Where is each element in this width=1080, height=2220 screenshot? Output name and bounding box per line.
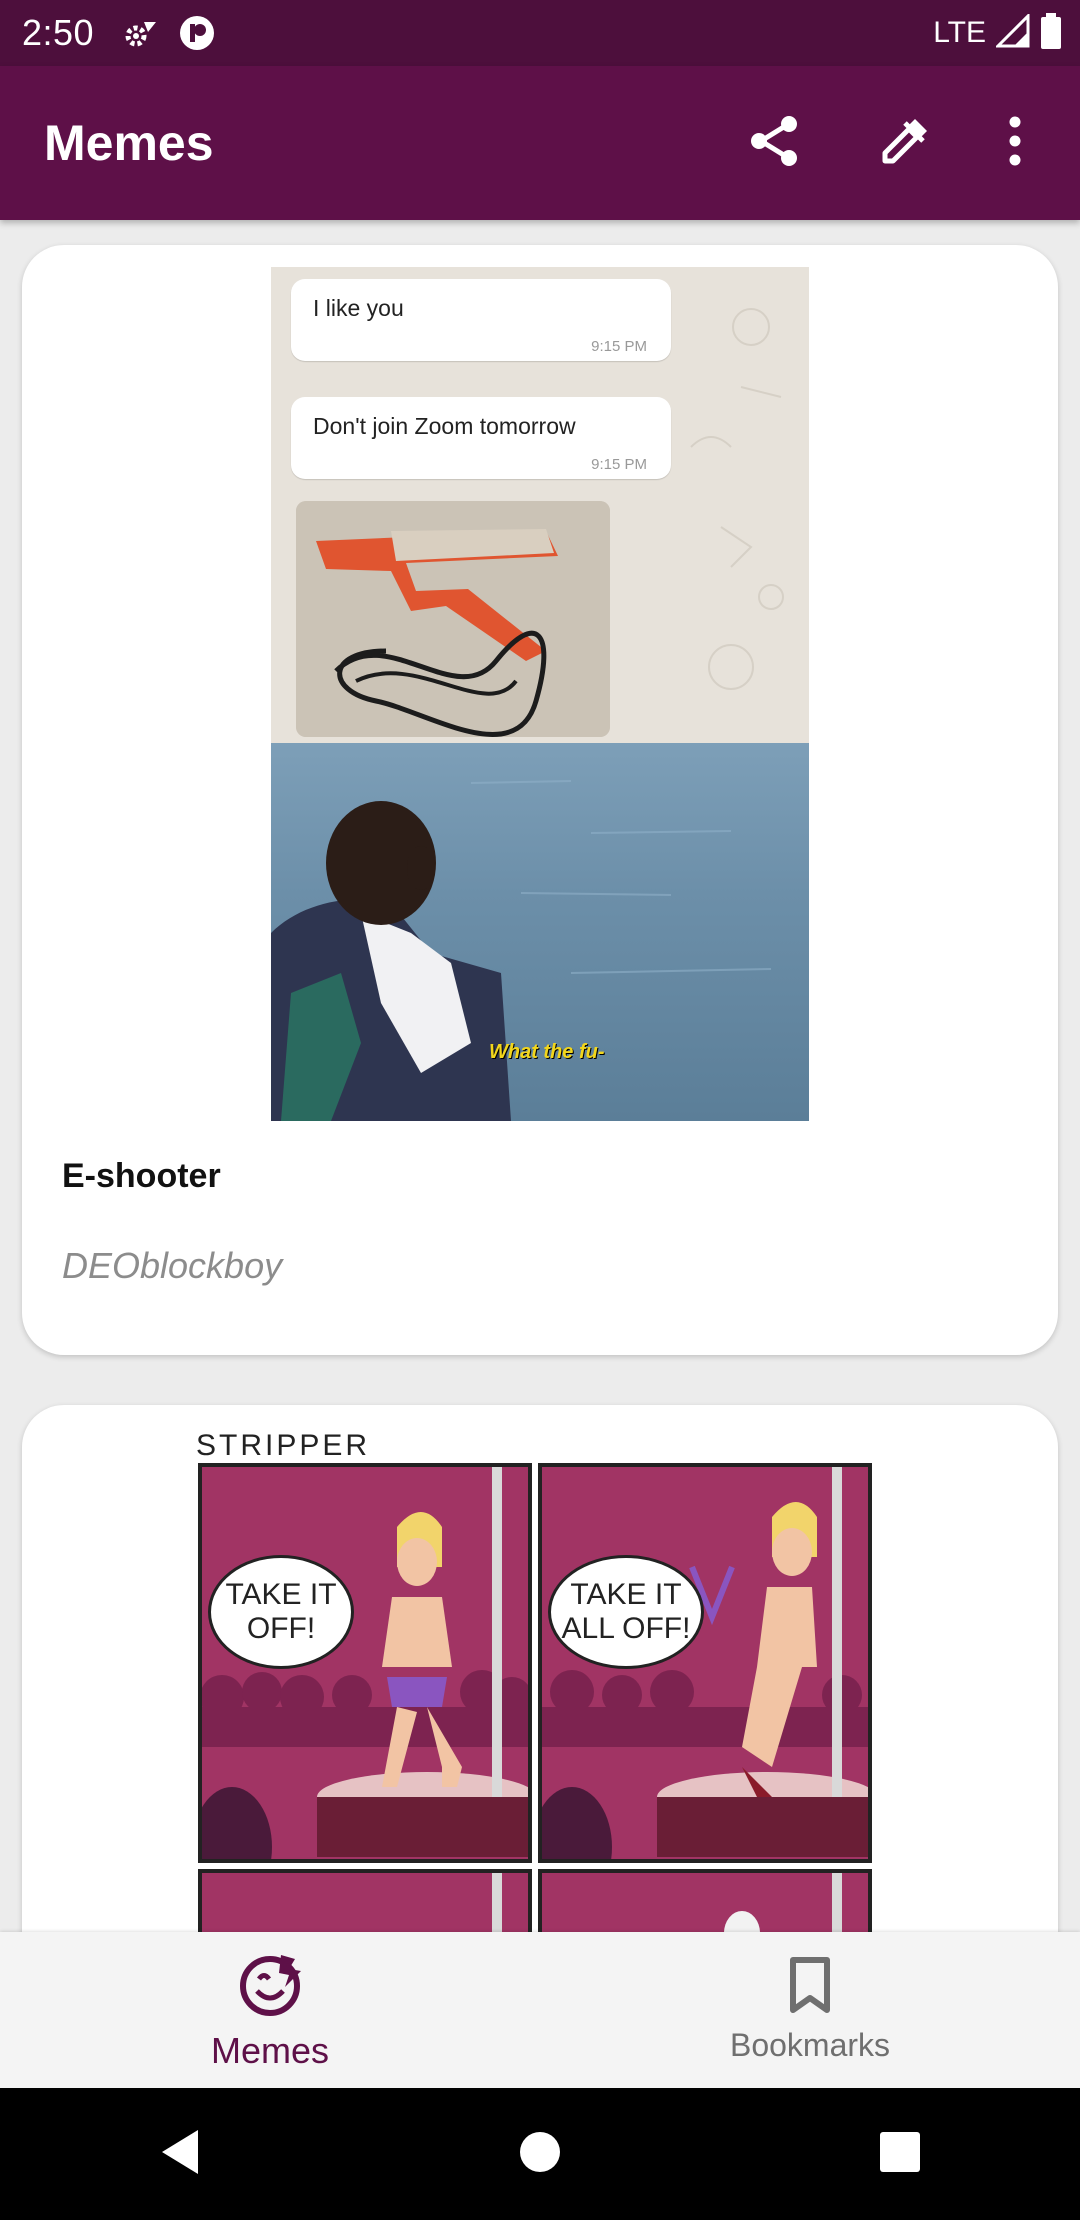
system-navigation-bar bbox=[0, 2088, 1080, 2220]
chat-bubble: I like you 9:15 PM bbox=[291, 279, 671, 361]
bottom-navigation: Memes Bookmarks bbox=[0, 1932, 1080, 2088]
more-vert-icon bbox=[1007, 116, 1023, 171]
status-bar: 2:50 LTE bbox=[0, 0, 1080, 66]
recents-icon bbox=[879, 2131, 921, 2178]
home-icon bbox=[518, 2130, 562, 2179]
more-options-button[interactable] bbox=[970, 78, 1060, 208]
chat-message: Don't join Zoom tomorrow bbox=[313, 413, 576, 439]
nav-item-bookmarks[interactable]: Bookmarks bbox=[540, 1932, 1080, 2088]
chat-timestamp: 9:15 PM bbox=[591, 456, 647, 473]
share-button[interactable] bbox=[710, 78, 840, 208]
app-notification-icon bbox=[178, 14, 216, 52]
signal-icon bbox=[994, 11, 1030, 53]
share-icon bbox=[747, 113, 803, 174]
bookmark-icon bbox=[785, 1956, 835, 2021]
battery-icon bbox=[1040, 12, 1062, 54]
network-type: LTE bbox=[933, 16, 986, 49]
zapper-photo bbox=[296, 501, 610, 737]
meme-card[interactable]: I like you 9:15 PM Don't join Zoom tomor… bbox=[22, 245, 1058, 1355]
meme-title: E-shooter bbox=[62, 1157, 221, 1195]
nav-label-bookmarks: Bookmarks bbox=[729, 2027, 891, 2063]
chat-bubble: Don't join Zoom tomorrow 9:15 PM bbox=[291, 397, 671, 479]
memes-icon bbox=[235, 1949, 305, 2024]
comic-panel: TAKE IT OFF! bbox=[198, 1463, 532, 1863]
comic-panel: TAKE IT ALL OFF! bbox=[538, 1463, 872, 1863]
recents-button[interactable] bbox=[840, 2094, 960, 2214]
meme-feed[interactable]: I like you 9:15 PM Don't join Zoom tomor… bbox=[0, 220, 1080, 1932]
meme-card[interactable]: STRIPPER TAKE IT OFF! TAKE IT ALL OFF! bbox=[22, 1405, 1058, 1932]
meme-image[interactable]: I like you 9:15 PM Don't join Zoom tomor… bbox=[271, 267, 809, 1121]
comic-title: STRIPPER bbox=[196, 1429, 371, 1462]
back-button[interactable] bbox=[120, 2094, 240, 2214]
meme-author[interactable]: DEOblockboy bbox=[62, 1245, 282, 1287]
comic-panel bbox=[198, 1869, 532, 1932]
speech-bubble: TAKE IT OFF! bbox=[208, 1555, 354, 1669]
chat-screenshot: I like you 9:15 PM Don't join Zoom tomor… bbox=[271, 267, 809, 743]
status-time: 2:50 bbox=[22, 12, 95, 53]
meme-image[interactable]: STRIPPER TAKE IT OFF! TAKE IT ALL OFF! bbox=[180, 1427, 900, 1932]
nav-label-memes: Memes bbox=[210, 2029, 330, 2071]
nav-item-memes[interactable]: Memes bbox=[0, 1932, 540, 2088]
reaction-photo: What the fu- bbox=[271, 743, 809, 1121]
comic-panel bbox=[538, 1869, 872, 1932]
home-button[interactable] bbox=[480, 2094, 600, 2214]
chat-timestamp: 9:15 PM bbox=[591, 338, 647, 355]
eyedropper-button[interactable] bbox=[840, 78, 970, 208]
chat-message: I like you bbox=[313, 295, 404, 321]
eyedropper-icon bbox=[877, 113, 933, 174]
speech-bubble: TAKE IT ALL OFF! bbox=[548, 1555, 704, 1669]
meme-caption: What the fu- bbox=[489, 1041, 605, 1063]
page-title: Memes bbox=[44, 115, 214, 171]
back-icon bbox=[158, 2128, 202, 2181]
settings-icon bbox=[122, 16, 160, 50]
app-bar: Memes bbox=[0, 66, 1080, 220]
